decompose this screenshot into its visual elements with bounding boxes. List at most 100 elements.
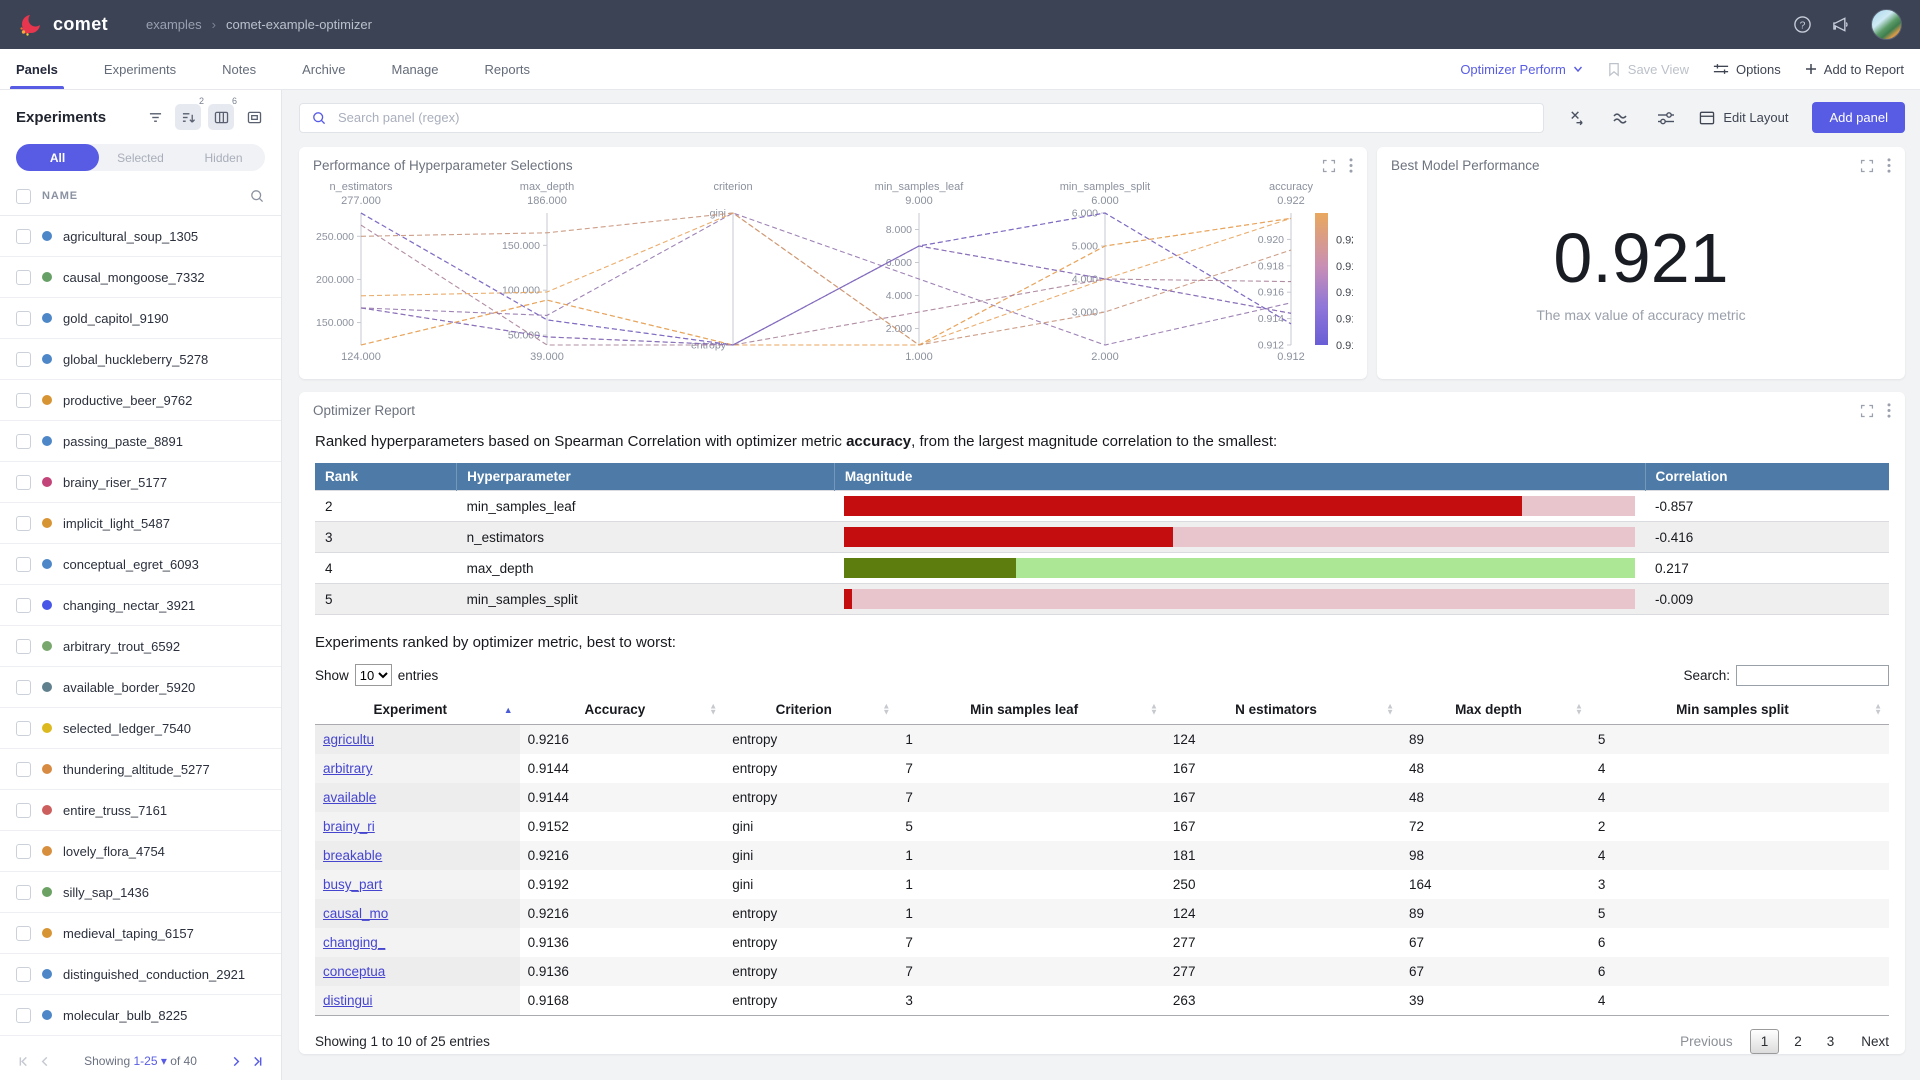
list-item[interactable]: global_huckleberry_5278: [0, 339, 281, 380]
list-item[interactable]: gold_capitol_9190: [0, 298, 281, 339]
experiment-name[interactable]: productive_beer_9762: [63, 393, 192, 408]
segment-all[interactable]: All: [16, 144, 99, 171]
search-experiments-icon[interactable]: [249, 188, 265, 204]
experiment-checkbox[interactable]: [16, 844, 31, 859]
experiment-checkbox[interactable]: [16, 680, 31, 695]
list-item[interactable]: implicit_light_5487: [0, 503, 281, 544]
next-page-icon[interactable]: [232, 1056, 241, 1067]
experiment-name[interactable]: entire_truss_7161: [63, 803, 167, 818]
list-item[interactable]: brainy_riser_5177: [0, 462, 281, 503]
experiment-checkbox[interactable]: [16, 393, 31, 408]
prev-page-icon[interactable]: [40, 1056, 49, 1067]
experiment-checkbox[interactable]: [16, 516, 31, 531]
page-range-dropdown[interactable]: 1-25 ▾: [133, 1054, 166, 1068]
panel-menu-icon[interactable]: [1349, 158, 1353, 173]
experiment-checkbox[interactable]: [16, 1008, 31, 1023]
experiment-name[interactable]: conceptual_egret_6093: [63, 557, 199, 572]
last-page-icon[interactable]: [251, 1056, 263, 1067]
experiment-name[interactable]: gold_capitol_9190: [63, 311, 169, 326]
experiment-link[interactable]: arbitrary: [323, 761, 373, 776]
experiment-name[interactable]: lovely_flora_4754: [63, 844, 165, 859]
list-item[interactable]: arbitrary_trout_6592: [0, 626, 281, 667]
list-item[interactable]: conceptual_egret_6093: [0, 544, 281, 585]
options-button[interactable]: Options: [1713, 62, 1781, 77]
experiment-link[interactable]: conceptua: [323, 964, 385, 979]
pagination-next[interactable]: Next: [1861, 1034, 1889, 1049]
announcements-icon[interactable]: [1832, 15, 1851, 34]
parallel-coordinates-chart[interactable]: n_estimators277.000124.000250.000200.000…: [313, 177, 1353, 369]
experiment-checkbox[interactable]: [16, 475, 31, 490]
exp-col-experiment[interactable]: Experiment▲: [315, 695, 520, 725]
experiment-checkbox[interactable]: [16, 229, 31, 244]
exp-col-min-samples-leaf[interactable]: Min samples leaf▲▼: [897, 695, 1165, 725]
filter-icon[interactable]: [142, 104, 168, 130]
experiment-name[interactable]: changing_nectar_3921: [63, 598, 195, 613]
pagination-page-2[interactable]: 2: [1784, 1030, 1812, 1053]
expand-panel-icon[interactable]: [1322, 159, 1336, 173]
experiment-name[interactable]: global_huckleberry_5278: [63, 352, 208, 367]
experiment-checkbox[interactable]: [16, 352, 31, 367]
list-item[interactable]: causal_mongoose_7332: [0, 257, 281, 298]
tab-manage[interactable]: Manage: [392, 49, 439, 89]
experiment-name[interactable]: medieval_taping_6157: [63, 926, 194, 941]
list-item[interactable]: productive_beer_9762: [0, 380, 281, 421]
experiment-name[interactable]: silly_sap_1436: [63, 885, 149, 900]
list-item[interactable]: molecular_bulb_8225: [0, 995, 281, 1036]
user-avatar[interactable]: [1871, 9, 1902, 40]
panel-search-input[interactable]: [336, 109, 1532, 126]
panel-menu-icon[interactable]: [1887, 403, 1891, 418]
add-panel-button[interactable]: Add panel: [1812, 102, 1905, 133]
experiment-link[interactable]: agricultu: [323, 732, 374, 747]
experiment-name[interactable]: brainy_riser_5177: [63, 475, 167, 490]
tab-archive[interactable]: Archive: [302, 49, 345, 89]
list-item[interactable]: thundering_altitude_5277: [0, 749, 281, 790]
experiment-link[interactable]: distingui: [323, 993, 373, 1008]
segment-selected[interactable]: Selected: [99, 144, 182, 171]
list-item[interactable]: available_border_5920: [0, 667, 281, 708]
save-view-button[interactable]: Save View: [1607, 62, 1689, 77]
experiment-checkbox[interactable]: [16, 762, 31, 777]
tab-experiments[interactable]: Experiments: [104, 49, 176, 89]
pagination-page-1[interactable]: 1: [1750, 1029, 1780, 1054]
list-item[interactable]: distinguished_conduction_2921: [0, 954, 281, 995]
experiment-name[interactable]: distinguished_conduction_2921: [63, 967, 245, 982]
experiment-name[interactable]: agricultural_soup_1305: [63, 229, 198, 244]
experiment-checkbox[interactable]: [16, 803, 31, 818]
page-size-select[interactable]: 10: [355, 664, 392, 686]
edit-layout-button[interactable]: Edit Layout: [1699, 110, 1788, 125]
select-all-checkbox[interactable]: [16, 189, 31, 204]
sort-icon[interactable]: 2: [175, 104, 201, 130]
experiment-checkbox[interactable]: [16, 434, 31, 449]
experiment-checkbox[interactable]: [16, 926, 31, 941]
chart-settings-sliders-icon[interactable]: [1657, 110, 1675, 126]
experiment-checkbox[interactable]: [16, 967, 31, 982]
experiment-link[interactable]: available: [323, 790, 376, 805]
view-selector[interactable]: Optimizer Perform: [1460, 62, 1582, 77]
segment-hidden[interactable]: Hidden: [182, 144, 265, 171]
experiment-name[interactable]: molecular_bulb_8225: [63, 1008, 187, 1023]
experiment-link[interactable]: breakable: [323, 848, 382, 863]
experiment-link[interactable]: brainy_ri: [323, 819, 375, 834]
list-item[interactable]: silly_sap_1436: [0, 872, 281, 913]
experiment-name[interactable]: available_border_5920: [63, 680, 195, 695]
list-item[interactable]: agricultural_soup_1305: [0, 216, 281, 257]
smoothing-icon[interactable]: [1612, 110, 1630, 126]
experiment-checkbox[interactable]: [16, 557, 31, 572]
breadcrumb-project[interactable]: comet-example-optimizer: [226, 17, 372, 32]
exp-col-accuracy[interactable]: Accuracy▲▼: [520, 695, 725, 725]
experiment-name[interactable]: arbitrary_trout_6592: [63, 639, 180, 654]
experiment-link[interactable]: busy_part: [323, 877, 382, 892]
group-icon[interactable]: [241, 104, 267, 130]
experiment-name[interactable]: causal_mongoose_7332: [63, 270, 205, 285]
tab-reports[interactable]: Reports: [484, 49, 530, 89]
breadcrumb-workspace[interactable]: examples: [146, 17, 202, 32]
first-page-icon[interactable]: [18, 1056, 30, 1067]
list-item[interactable]: lovely_flora_4754: [0, 831, 281, 872]
experiment-checkbox[interactable]: [16, 598, 31, 613]
experiment-name[interactable]: selected_ledger_7540: [63, 721, 191, 736]
columns-icon[interactable]: 6: [208, 104, 234, 130]
exp-col-max-depth[interactable]: Max depth▲▼: [1401, 695, 1590, 725]
experiment-checkbox[interactable]: [16, 270, 31, 285]
list-item[interactable]: entire_truss_7161: [0, 790, 281, 831]
exp-col-criterion[interactable]: Criterion▲▼: [724, 695, 897, 725]
